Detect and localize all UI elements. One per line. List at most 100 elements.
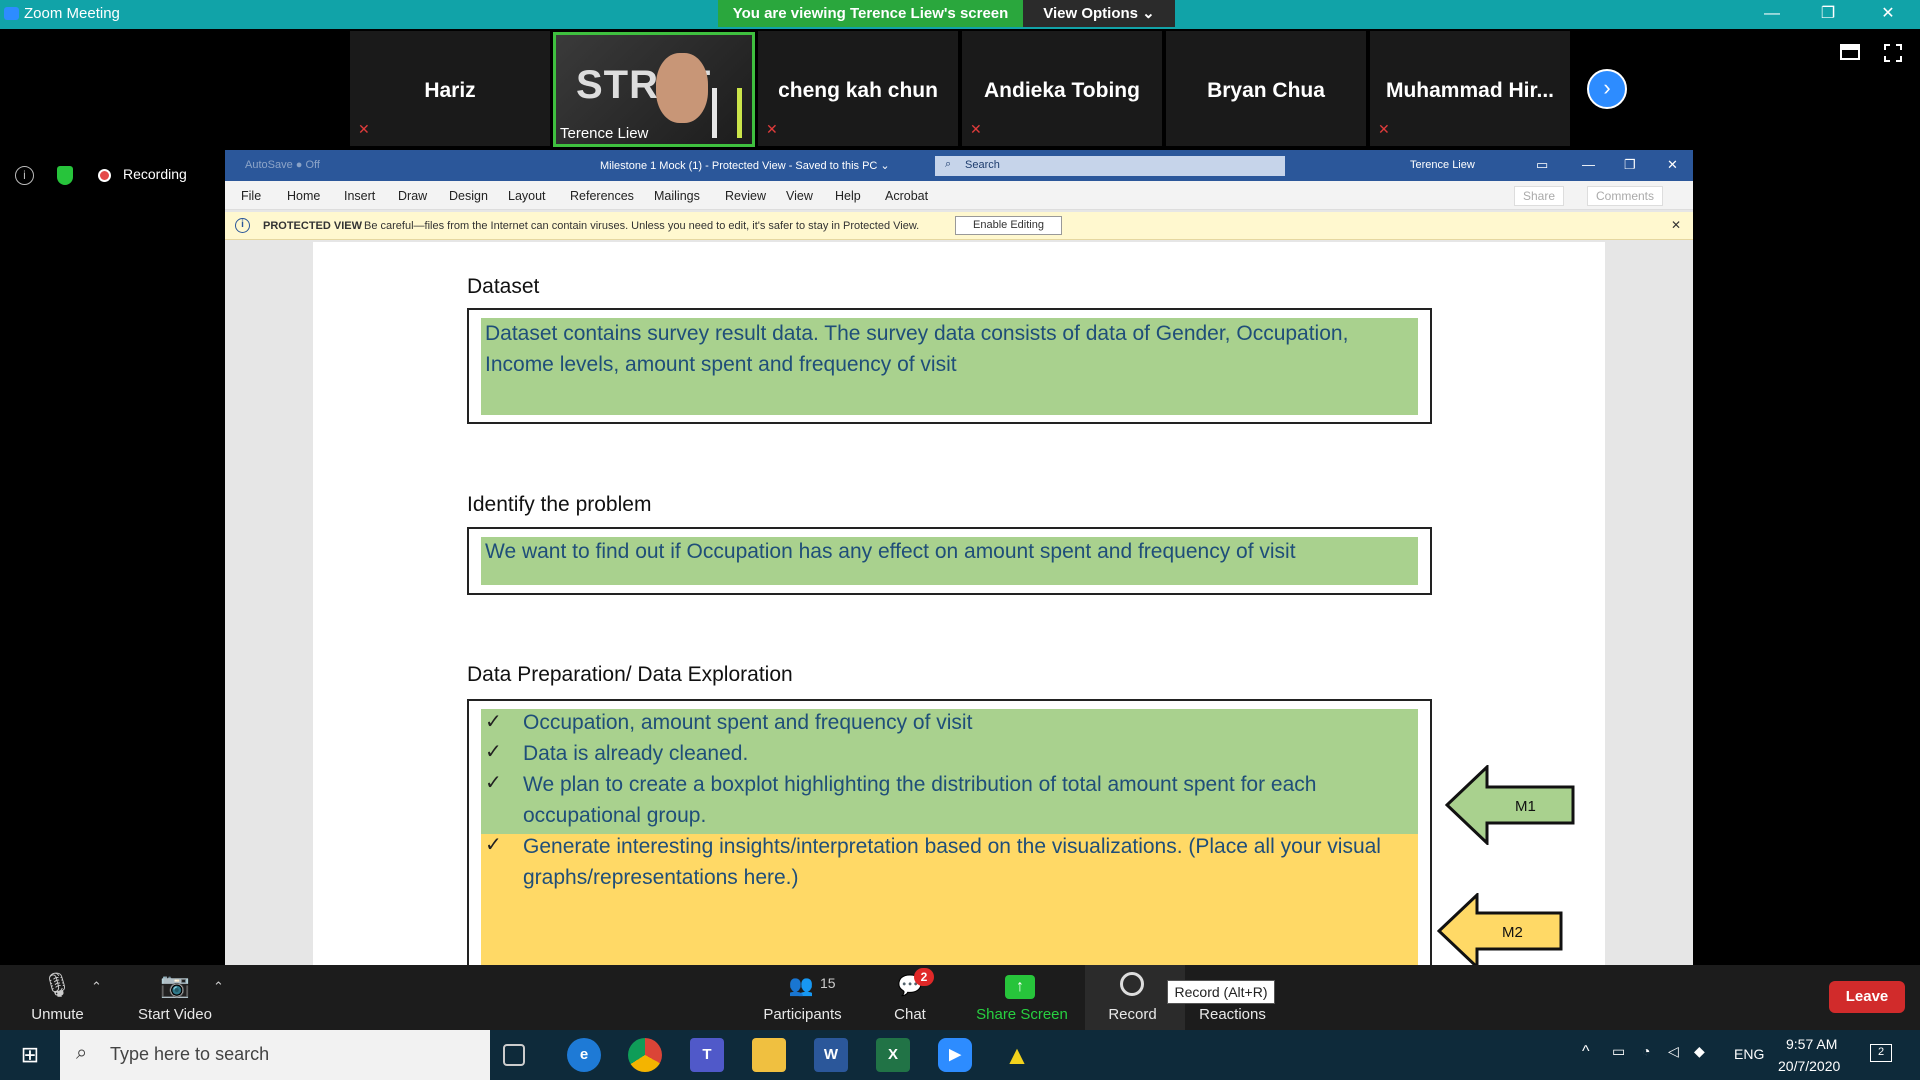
- tray-chevron-icon[interactable]: ^: [1582, 1043, 1590, 1061]
- participant-video-tile[interactable]: STRAT Terence Liew: [553, 32, 755, 147]
- muted-microphone-icon[interactable]: 🎙: [42, 971, 72, 1000]
- share-screen-button[interactable]: Share Screen: [972, 1006, 1072, 1023]
- participants-button[interactable]: Participants: [760, 1006, 845, 1023]
- zoom-meeting-toolbar: 🎙 Unmute ⌃ 📷 Start Video ⌃ 👥 15 Particip…: [0, 965, 1920, 1030]
- tab-layout[interactable]: Layout: [508, 189, 546, 203]
- word-minimize-button[interactable]: —: [1582, 157, 1595, 172]
- taskbar-search-input[interactable]: ⌕ Type here to search: [60, 1030, 490, 1080]
- word-restore-button[interactable]: ❐: [1624, 157, 1636, 173]
- protected-view-label: PROTECTED VIEW: [263, 220, 363, 232]
- task-view-icon[interactable]: [503, 1044, 525, 1066]
- tab-insert[interactable]: Insert: [344, 189, 375, 203]
- windows-start-icon[interactable]: ⊞: [0, 1030, 60, 1080]
- excel-icon[interactable]: X: [876, 1038, 910, 1072]
- word-search-input[interactable]: ⌕ Search: [935, 156, 1285, 176]
- problem-statement: We want to find out if Occupation has an…: [485, 540, 1296, 563]
- participant-name: cheng kah chun: [778, 79, 938, 102]
- close-bar-icon[interactable]: ✕: [1671, 218, 1681, 232]
- record-label[interactable]: Record: [1100, 1006, 1165, 1023]
- tab-review[interactable]: Review: [725, 189, 766, 203]
- checkmark-icon: ✓: [485, 834, 502, 856]
- tab-help[interactable]: Help: [835, 189, 861, 203]
- chat-button[interactable]: Chat: [890, 1006, 930, 1023]
- record-icon[interactable]: [1120, 972, 1144, 996]
- checkmark-icon: ✓: [485, 772, 502, 794]
- tab-home[interactable]: Home: [287, 189, 320, 203]
- participants-icon[interactable]: 👥: [786, 973, 816, 998]
- wifi-icon[interactable]: ◔: [1642, 1043, 1650, 1059]
- zoom-taskbar-icon[interactable]: ▶: [938, 1038, 972, 1072]
- viewing-share-banner: You are viewing Terence Liew's screen: [718, 0, 1023, 27]
- restore-button[interactable]: ❐: [1808, 2, 1848, 26]
- clock-date[interactable]: 20/7/2020: [1778, 1058, 1840, 1074]
- audio-options-caret-icon[interactable]: ⌃: [91, 979, 102, 995]
- muted-mic-icon: ✕: [970, 121, 982, 137]
- enable-editing-button[interactable]: Enable Editing: [955, 216, 1062, 235]
- zoom-app-icon: [4, 7, 19, 20]
- search-icon: ⌕: [945, 158, 952, 170]
- search-icon: ⌕: [76, 1042, 88, 1064]
- window-title: Zoom Meeting: [24, 5, 120, 22]
- security-shield-icon[interactable]: [57, 166, 73, 185]
- tab-draw[interactable]: Draw: [398, 189, 427, 203]
- word-ribbon-tabs: File Home Insert Draw Design Layout Refe…: [225, 181, 1693, 210]
- muted-mic-icon: ✕: [358, 121, 370, 137]
- recording-dot-icon: [98, 169, 111, 182]
- video-gallery-strip: [0, 29, 1920, 150]
- participant-tile[interactable]: Andieka Tobing ✕: [962, 31, 1162, 146]
- participant-tile[interactable]: cheng kah chun ✕: [758, 31, 958, 146]
- next-page-icon[interactable]: ›: [1587, 69, 1627, 109]
- minimize-button[interactable]: —: [1752, 2, 1792, 26]
- section-heading-dataset: Dataset: [467, 275, 540, 298]
- preparation-box: ✓ Occupation, amount spent and frequency…: [467, 699, 1432, 965]
- tab-design[interactable]: Design: [449, 189, 488, 203]
- dropbox-icon[interactable]: ◆: [1694, 1043, 1705, 1060]
- file-explorer-icon[interactable]: [752, 1038, 786, 1072]
- video-options-caret-icon[interactable]: ⌃: [213, 979, 224, 995]
- volume-icon[interactable]: ◁: [1668, 1043, 1679, 1060]
- close-button[interactable]: ✕: [1868, 2, 1908, 26]
- tab-references[interactable]: References: [570, 189, 634, 203]
- protected-view-bar: i PROTECTED VIEW Be careful—files from t…: [225, 212, 1693, 240]
- comments-button[interactable]: Comments: [1587, 186, 1664, 206]
- tab-view[interactable]: View: [786, 189, 813, 203]
- other-app-icon[interactable]: ▲: [1000, 1038, 1034, 1072]
- word-icon[interactable]: W: [814, 1038, 848, 1072]
- participant-tile[interactable]: Hariz ✕: [350, 31, 550, 146]
- meeting-info-icon[interactable]: i: [15, 166, 34, 185]
- ribbon-display-icon[interactable]: ▭: [1536, 157, 1548, 173]
- document-page: Dataset Dataset contains survey result d…: [313, 242, 1605, 965]
- chrome-icon[interactable]: [628, 1038, 662, 1072]
- unmute-button[interactable]: Unmute: [30, 1006, 85, 1023]
- reactions-button[interactable]: Reactions: [1195, 1006, 1270, 1023]
- gallery-view-icon[interactable]: [1840, 44, 1860, 60]
- clock-time[interactable]: 9:57 AM: [1786, 1036, 1837, 1052]
- share-button[interactable]: Share: [1514, 186, 1565, 206]
- notifications-icon[interactable]: 2: [1870, 1044, 1892, 1062]
- problem-box: We want to find out if Occupation has an…: [467, 527, 1432, 595]
- start-video-button[interactable]: Start Video: [135, 1006, 215, 1023]
- participant-tile[interactable]: Muhammad Hir... ✕: [1370, 31, 1570, 146]
- tab-acrobat[interactable]: Acrobat: [885, 189, 928, 203]
- battery-icon[interactable]: ▭: [1612, 1043, 1625, 1060]
- arrow-m2-label: M2: [1502, 924, 1523, 941]
- leave-meeting-button[interactable]: Leave: [1829, 981, 1905, 1013]
- participant-face: [656, 53, 708, 123]
- autosave-toggle[interactable]: AutoSave ● Off: [245, 159, 320, 171]
- participant-tile[interactable]: Bryan Chua: [1166, 31, 1366, 146]
- fullscreen-icon[interactable]: [1884, 44, 1902, 62]
- edge-icon[interactable]: e: [567, 1038, 601, 1072]
- prep-item: Occupation, amount spent and frequency o…: [523, 711, 973, 734]
- video-off-icon[interactable]: 📷: [157, 971, 193, 1000]
- teams-icon[interactable]: T: [690, 1038, 724, 1072]
- prep-item: We plan to create a boxplot highlighting…: [523, 773, 1317, 827]
- view-options-button[interactable]: View Options ⌄: [1023, 0, 1175, 27]
- word-user-name[interactable]: Terence Liew: [1410, 159, 1475, 171]
- document-title[interactable]: Milestone 1 Mock (1) - Protected View - …: [600, 159, 890, 172]
- share-screen-icon[interactable]: ↑: [1005, 975, 1035, 999]
- tab-file[interactable]: File: [241, 189, 261, 203]
- word-close-button[interactable]: ✕: [1667, 157, 1678, 173]
- dataset-description: Dataset contains survey result data. The…: [485, 322, 1349, 376]
- tab-mailings[interactable]: Mailings: [654, 189, 700, 203]
- language-indicator[interactable]: ENG: [1734, 1046, 1764, 1062]
